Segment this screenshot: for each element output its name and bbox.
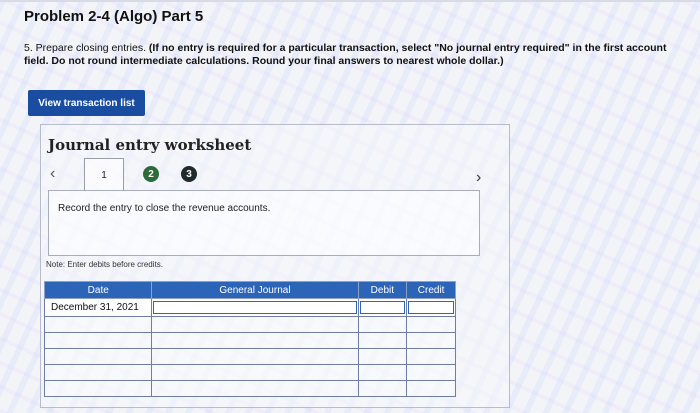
row-2-account[interactable] bbox=[151, 316, 359, 333]
row-6-debit[interactable] bbox=[357, 380, 408, 397]
note-debits-before-credits: Note: Enter debits before credits. bbox=[46, 260, 163, 269]
col-date: Date bbox=[43, 281, 153, 299]
row-4-credit[interactable] bbox=[406, 348, 456, 365]
row-2-date[interactable] bbox=[43, 316, 153, 333]
page-title: Problem 2-4 (Algo) Part 5 bbox=[24, 8, 204, 25]
table-row bbox=[43, 380, 456, 397]
col-general-journal: General Journal bbox=[151, 281, 359, 299]
instructions: 5. Prepare closing entries. (If no entry… bbox=[24, 42, 689, 68]
row-6-credit[interactable] bbox=[406, 380, 456, 397]
row-4-debit[interactable] bbox=[357, 348, 408, 365]
step-tab-3-label: 3 bbox=[186, 168, 192, 180]
chevron-right-icon[interactable]: › bbox=[476, 170, 490, 186]
row-3-account[interactable] bbox=[151, 332, 359, 349]
table-row: December 31, 2021 bbox=[43, 298, 456, 317]
step-tab-2[interactable]: 2 bbox=[143, 166, 159, 182]
entry-description-box bbox=[48, 190, 480, 256]
row-1-date[interactable]: December 31, 2021 bbox=[43, 298, 153, 317]
row-1-debit-cell bbox=[357, 298, 408, 317]
row-5-date[interactable] bbox=[43, 364, 153, 381]
row-3-debit[interactable] bbox=[357, 332, 408, 349]
table-row bbox=[43, 348, 456, 365]
table-row bbox=[43, 332, 456, 349]
row-5-debit[interactable] bbox=[357, 364, 408, 381]
col-credit: Credit bbox=[406, 281, 456, 299]
row-6-date[interactable] bbox=[43, 380, 153, 397]
worksheet-title: Journal entry worksheet bbox=[48, 136, 252, 154]
row-3-date[interactable] bbox=[43, 332, 153, 349]
step-tab-2-label: 2 bbox=[148, 168, 154, 180]
step-tab-3[interactable]: 3 bbox=[181, 166, 197, 182]
chevron-left-icon[interactable]: ‹ bbox=[50, 166, 64, 182]
step-tab-1[interactable]: 1 bbox=[84, 158, 124, 191]
table-row bbox=[43, 364, 456, 381]
row-1-account-cell bbox=[151, 298, 359, 317]
row-5-account[interactable] bbox=[151, 364, 359, 381]
row-2-credit[interactable] bbox=[406, 316, 456, 333]
instructions-lead: 5. Prepare closing entries. bbox=[24, 42, 146, 54]
col-debit: Debit bbox=[357, 281, 408, 299]
journal-table: Date General Journal Debit Credit Decemb… bbox=[43, 281, 456, 397]
row-1-account-input[interactable] bbox=[153, 301, 357, 314]
journal-header-row: Date General Journal Debit Credit bbox=[43, 281, 456, 299]
row-1-debit-input[interactable] bbox=[359, 301, 406, 314]
row-4-date[interactable] bbox=[43, 348, 153, 365]
table-row bbox=[43, 316, 456, 333]
row-6-account[interactable] bbox=[151, 380, 359, 397]
row-5-credit[interactable] bbox=[406, 364, 456, 381]
step-tab-1-label: 1 bbox=[101, 169, 107, 181]
row-3-credit[interactable] bbox=[406, 332, 456, 349]
row-2-debit[interactable] bbox=[357, 316, 408, 333]
row-1-credit-input[interactable] bbox=[408, 301, 454, 314]
view-transaction-list-button[interactable]: View transaction list bbox=[28, 90, 145, 116]
row-1-credit-cell bbox=[406, 298, 456, 317]
entry-description: Record the entry to close the revenue ac… bbox=[58, 203, 271, 214]
row-4-account[interactable] bbox=[151, 348, 359, 365]
top-divider bbox=[0, 0, 700, 2]
